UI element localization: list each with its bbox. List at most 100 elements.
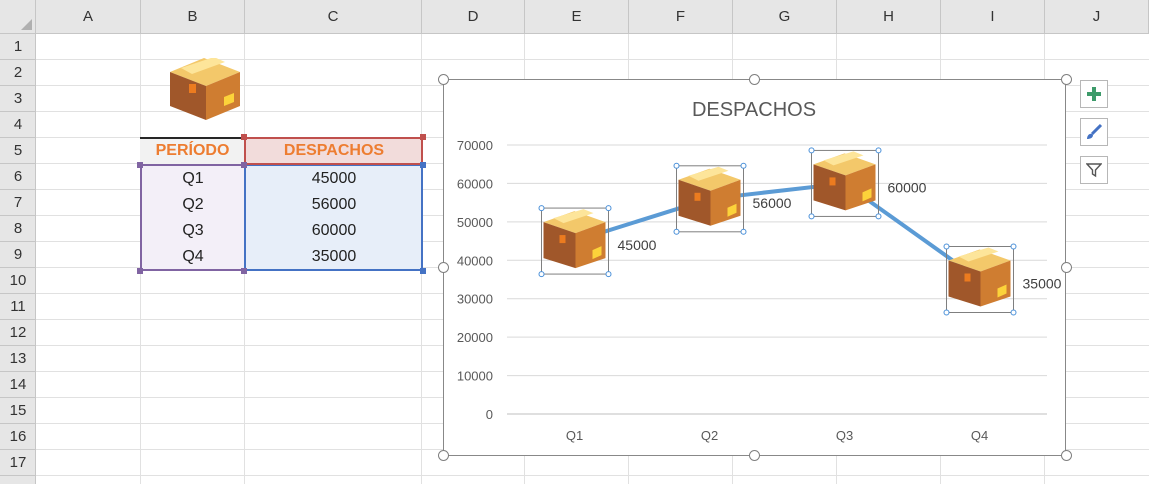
- cell-despachos[interactable]: 56000: [245, 192, 423, 218]
- row-header-12[interactable]: 12: [0, 320, 36, 346]
- marker-handle[interactable]: [740, 228, 747, 235]
- data-point-box-marker[interactable]: [538, 205, 612, 278]
- chart-resize-handle[interactable]: [438, 74, 449, 85]
- range-handle[interactable]: [137, 268, 143, 274]
- data-label: 45000: [618, 237, 657, 253]
- chart-resize-handle[interactable]: [1061, 74, 1072, 85]
- row-header-9[interactable]: 9: [0, 242, 36, 268]
- marker-handle[interactable]: [538, 271, 545, 278]
- row-header-17[interactable]: 17: [0, 450, 36, 476]
- chart-resize-handle[interactable]: [438, 262, 449, 273]
- line-chart[interactable]: 010000200003000040000500006000070000 Q1 Q…: [443, 79, 1066, 456]
- range-handle[interactable]: [241, 268, 247, 274]
- marker-handle[interactable]: [875, 147, 882, 154]
- chart-resize-handle[interactable]: [438, 450, 449, 461]
- chart-resize-handle[interactable]: [1061, 262, 1072, 273]
- column-header-b[interactable]: B: [141, 0, 245, 34]
- y-tick-label: 20000: [457, 330, 493, 345]
- marker-handle[interactable]: [538, 205, 545, 212]
- row-header-1[interactable]: 1: [0, 34, 36, 60]
- data-label: 35000: [1023, 276, 1062, 292]
- x-tick-label: Q3: [836, 428, 853, 443]
- gridline: [36, 475, 1149, 476]
- column-header-j[interactable]: J: [1045, 0, 1149, 34]
- row-header-3[interactable]: 3: [0, 86, 36, 112]
- cell-border: [140, 137, 245, 139]
- column-header-h[interactable]: H: [837, 0, 941, 34]
- range-handle[interactable]: [420, 268, 426, 274]
- column-header-g[interactable]: G: [733, 0, 837, 34]
- row-header-2[interactable]: 2: [0, 60, 36, 86]
- filter-icon: [1086, 163, 1102, 178]
- row-header-5[interactable]: 5: [0, 138, 36, 164]
- marker-handle[interactable]: [808, 147, 815, 154]
- chart-elements-button[interactable]: [1080, 80, 1108, 108]
- select-all-corner[interactable]: [0, 0, 36, 34]
- marker-handle[interactable]: [605, 271, 612, 278]
- data-point-box-marker[interactable]: [673, 162, 747, 235]
- marker-handle[interactable]: [673, 162, 680, 169]
- row-header-15[interactable]: 15: [0, 398, 36, 424]
- select-all-triangle-icon: [21, 19, 32, 30]
- marker-handle[interactable]: [943, 309, 950, 316]
- y-tick-label: 30000: [457, 292, 493, 307]
- row-header-16[interactable]: 16: [0, 424, 36, 450]
- cell-periodo[interactable]: Q1: [140, 166, 246, 192]
- chart-resize-handle[interactable]: [1061, 450, 1072, 461]
- box-label: [829, 177, 836, 186]
- row-header-6[interactable]: 6: [0, 164, 36, 190]
- chart-styles-button[interactable]: [1080, 118, 1108, 146]
- marker-handle[interactable]: [1010, 243, 1017, 250]
- column-header-e[interactable]: E: [525, 0, 629, 34]
- data-point-box-marker[interactable]: [943, 243, 1017, 316]
- brush-icon: [1087, 123, 1103, 139]
- y-tick-label: 70000: [457, 138, 493, 153]
- row-header-8[interactable]: 8: [0, 216, 36, 242]
- cell-periodo[interactable]: Q4: [140, 244, 246, 270]
- cell-periodo[interactable]: Q3: [140, 218, 246, 244]
- marker-handle[interactable]: [673, 228, 680, 235]
- marker-handle[interactable]: [605, 205, 612, 212]
- column-header-f[interactable]: F: [629, 0, 733, 34]
- row-header-4[interactable]: 4: [0, 112, 36, 138]
- cell-despachos[interactable]: 60000: [245, 218, 423, 244]
- column-header-d[interactable]: D: [422, 0, 525, 34]
- row-header-10[interactable]: 10: [0, 268, 36, 294]
- chart-title[interactable]: DESPACHOS: [692, 99, 816, 121]
- y-tick-label: 40000: [457, 253, 493, 268]
- box-icon[interactable]: [170, 58, 240, 120]
- column-header-i[interactable]: I: [941, 0, 1045, 34]
- marker-handle[interactable]: [1010, 309, 1017, 316]
- range-handle[interactable]: [241, 162, 247, 168]
- data-label: 56000: [753, 195, 792, 211]
- cell-despachos[interactable]: 35000: [245, 244, 423, 270]
- marker-handle[interactable]: [808, 213, 815, 220]
- box-label: [694, 192, 701, 201]
- marker-handle[interactable]: [740, 162, 747, 169]
- row-header-14[interactable]: 14: [0, 372, 36, 398]
- y-axis-labels: 0 10000 20000 30000 40000 50000 60000 70000: [457, 138, 493, 422]
- column-header-a[interactable]: A: [36, 0, 141, 34]
- cell-periodo[interactable]: Q2: [140, 192, 246, 218]
- data-point-box-marker[interactable]: [808, 147, 882, 220]
- range-highlight-series-name: [244, 137, 423, 165]
- plus-icon: [1087, 87, 1101, 101]
- column-header-c[interactable]: C: [245, 0, 422, 34]
- header-periodo[interactable]: PERÍODO: [140, 138, 245, 164]
- range-handle[interactable]: [137, 162, 143, 168]
- chart-resize-handle[interactable]: [749, 74, 760, 85]
- cell-despachos[interactable]: 45000: [245, 166, 423, 192]
- range-handle[interactable]: [420, 134, 426, 140]
- row-header-11[interactable]: 11: [0, 294, 36, 320]
- y-tick-label: 10000: [457, 369, 493, 384]
- range-handle[interactable]: [241, 134, 247, 140]
- x-tick-label: Q4: [971, 428, 988, 443]
- marker-handle[interactable]: [875, 213, 882, 220]
- range-handle[interactable]: [420, 162, 426, 168]
- chart-filters-button[interactable]: [1080, 156, 1108, 184]
- marker-handle[interactable]: [943, 243, 950, 250]
- row-header-7[interactable]: 7: [0, 190, 36, 216]
- row-header-13[interactable]: 13: [0, 346, 36, 372]
- x-axis-labels: Q1 Q2 Q3 Q4: [566, 428, 988, 443]
- chart-resize-handle[interactable]: [749, 450, 760, 461]
